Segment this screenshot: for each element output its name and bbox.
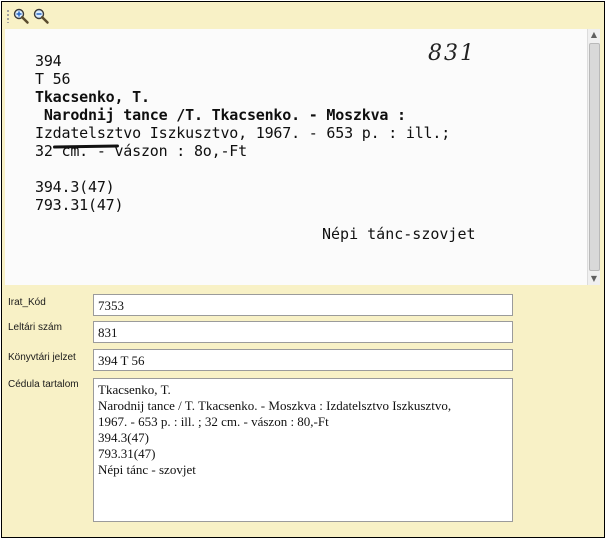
leltari-szam-field[interactable]: 831: [93, 321, 513, 343]
scroll-down-icon[interactable]: ▼: [588, 273, 600, 285]
card-handwritten-number: 831: [428, 41, 476, 66]
image-toolbar: [4, 4, 604, 28]
card-line: T 56: [35, 70, 71, 88]
cedula-tartalom-label: Cédula tartalom: [8, 379, 79, 390]
leltari-szam-label: Leltári szám: [8, 322, 62, 333]
card-line: 394.3(47): [35, 178, 115, 196]
card-typed-text: 394 T 56 Tkacsenko, T. Narodnij tance /T…: [35, 52, 450, 214]
card-line: 793.31(47): [35, 196, 124, 214]
catalog-card-image: 394 T 56 Tkacsenko, T. Narodnij tance /T…: [5, 29, 600, 285]
card-scrollbar[interactable]: ▲ ▼: [587, 29, 600, 285]
cedula-tartalom-textarea[interactable]: Tkacsenko, T. Narodnij tance / T. Tkacse…: [93, 378, 513, 522]
card-line: Tkacsenko, T.: [35, 88, 150, 106]
scroll-thumb[interactable]: [589, 43, 600, 271]
irat-kod-label: Irat_Kód: [8, 297, 46, 308]
card-line: Izdatelsztvo Iszkusztvo, 1967. - 653 p. …: [35, 124, 451, 142]
card-line: 394: [35, 52, 62, 70]
card-subject: Népi tánc-szovjet: [322, 225, 476, 243]
irat-kod-field[interactable]: 7353: [93, 294, 513, 316]
record-window: 394 T 56 Tkacsenko, T. Narodnij tance /T…: [1, 1, 605, 538]
scroll-up-icon[interactable]: ▲: [588, 29, 600, 41]
zoom-out-icon[interactable]: [32, 7, 50, 25]
zoom-in-icon[interactable]: [12, 7, 30, 25]
toolbar-grip[interactable]: [6, 9, 10, 23]
konyvtari-jelzet-field[interactable]: 394 T 56: [93, 349, 513, 371]
konyvtari-jelzet-label: Könyvtári jelzet: [8, 352, 76, 363]
card-line: Narodnij tance /T. Tkacsenko. - Moszkva …: [35, 106, 406, 124]
